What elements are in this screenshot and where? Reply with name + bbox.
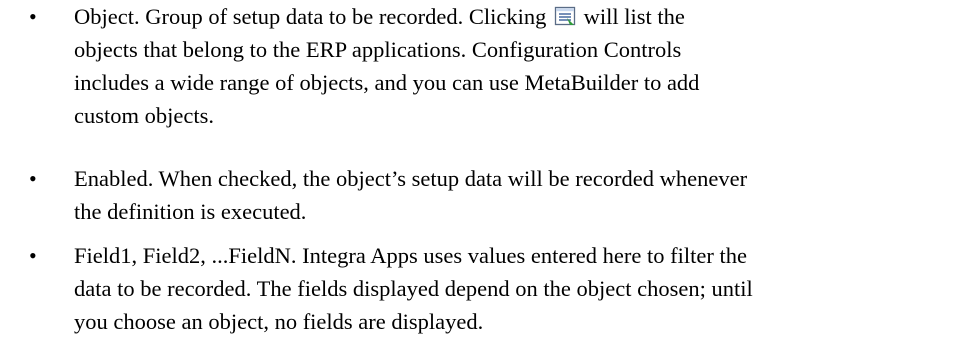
text-line: you choose an object, no fields are disp…: [74, 309, 484, 334]
text-line: custom objects.: [74, 103, 214, 128]
item-text-object: Object. Group of setup data to be record…: [74, 0, 934, 132]
text-line: includes a wide range of objects, and yo…: [74, 70, 700, 95]
item-text-enabled: Enabled. When checked, the object’s setu…: [74, 162, 934, 228]
document-page: • Object. Group of setup data to be reco…: [0, 0, 953, 345]
item-text-fields: Field1, Field2, ...FieldN. Integra Apps …: [74, 239, 934, 338]
text-line: Object. Group of setup data to be record…: [74, 4, 685, 29]
bullet: •: [29, 4, 37, 29]
text-line: Enabled. When checked, the object’s setu…: [74, 166, 748, 191]
text-line: objects that belong to the ERP applicati…: [74, 37, 682, 62]
bullet: •: [29, 166, 37, 191]
text-line: data to be recorded. The fields displaye…: [74, 276, 753, 301]
text-line: Field1, Field2, ...FieldN. Integra Apps …: [74, 243, 747, 268]
text-line: the definition is executed.: [74, 199, 307, 224]
list-lookup-icon[interactable]: [554, 6, 576, 26]
bullet: •: [29, 243, 37, 268]
